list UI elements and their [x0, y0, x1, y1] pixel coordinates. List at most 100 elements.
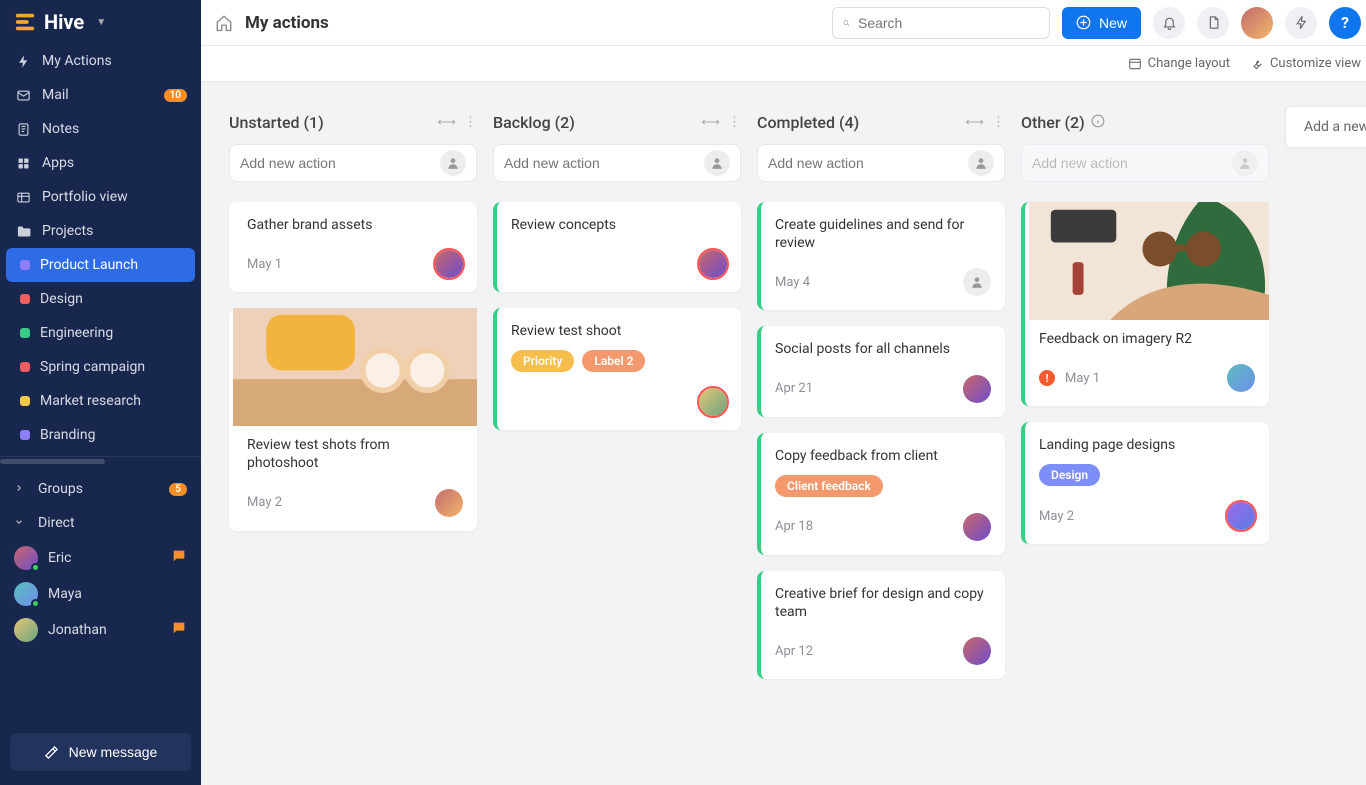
add-action-input: [1032, 155, 1222, 171]
project-item-engineering[interactable]: Engineering: [0, 316, 201, 350]
card-date: May 1: [1065, 371, 1100, 386]
assignee-avatar[interactable]: [699, 250, 727, 278]
card-tag[interactable]: Design: [1039, 464, 1100, 486]
search-input[interactable]: [858, 15, 1039, 31]
project-item-product-launch[interactable]: Product Launch: [6, 248, 195, 282]
kanban-card[interactable]: Creative brief for design and copy teamA…: [757, 571, 1005, 679]
board-toolbar: Change layout Customize view: [201, 46, 1366, 82]
nav-item-mail[interactable]: Mail10: [0, 78, 201, 112]
user-avatar[interactable]: [1241, 7, 1273, 39]
nav-item-my-actions[interactable]: My Actions: [0, 44, 201, 78]
info-icon[interactable]: [1091, 113, 1105, 132]
dm-item-eric[interactable]: Eric: [0, 540, 201, 576]
kanban-card[interactable]: Review test shootPriorityLabel 2: [493, 308, 741, 430]
kanban-card[interactable]: Create guidelines and send for reviewMay…: [757, 202, 1005, 310]
add-action-row[interactable]: [229, 144, 477, 182]
resize-handle-icon[interactable]: ⟷: [965, 115, 984, 130]
kanban-card[interactable]: Social posts for all channelsApr 21: [757, 326, 1005, 416]
kanban-card[interactable]: Review concepts: [493, 202, 741, 292]
assignee-avatar[interactable]: [1227, 364, 1255, 392]
card-tag[interactable]: Label 2: [582, 350, 645, 372]
nav-item-projects[interactable]: Projects: [0, 214, 201, 248]
add-action-row[interactable]: [757, 144, 1005, 182]
documents-button[interactable]: [1197, 7, 1229, 39]
add-action-input[interactable]: [768, 155, 958, 171]
column: Other (2)Feedback on imagery R2!May 1Lan…: [1021, 106, 1269, 560]
assignee-avatar[interactable]: [699, 388, 727, 416]
add-action-input[interactable]: [504, 155, 694, 171]
more-options-icon[interactable]: ⋮: [728, 115, 741, 130]
help-button[interactable]: ?: [1329, 7, 1361, 39]
groups-badge: 5: [169, 483, 187, 496]
assign-person-button[interactable]: [968, 150, 994, 176]
home-icon[interactable]: [215, 14, 233, 32]
status-online-dot: [31, 563, 40, 572]
card-footer: [511, 250, 727, 278]
card-tag[interactable]: Priority: [511, 350, 574, 372]
sidebar-direct[interactable]: Direct: [0, 506, 201, 540]
sidebar-groups[interactable]: Groups 5: [0, 472, 201, 506]
nav-label: Projects: [42, 223, 93, 239]
card-tag[interactable]: Client feedback: [775, 475, 883, 497]
new-message-button[interactable]: New message: [10, 733, 191, 771]
more-options-icon[interactable]: ⋮: [992, 115, 1005, 130]
more-options-icon[interactable]: ⋮: [464, 115, 477, 130]
kanban-card[interactable]: Review test shots from photoshootMay 2: [229, 308, 477, 530]
card-date: Apr 21: [775, 381, 813, 396]
project-item-market-research[interactable]: Market research: [0, 384, 201, 418]
project-item-design[interactable]: Design: [0, 282, 201, 316]
project-item-branding[interactable]: Branding: [0, 418, 201, 452]
card-image: [233, 308, 477, 426]
project-item-spring-campaign[interactable]: Spring campaign: [0, 350, 201, 384]
card-footer: [511, 388, 727, 416]
notifications-button[interactable]: [1153, 7, 1185, 39]
card-date: May 1: [247, 257, 282, 272]
add-action-input[interactable]: [240, 155, 430, 171]
resize-handle-icon[interactable]: ⟷: [701, 115, 720, 130]
project-color-dot: [20, 430, 30, 440]
column: Unstarted (1)⟷⋮Gather brand assetsMay 1R…: [229, 106, 477, 547]
brand-dropdown-caret[interactable]: ▼: [96, 17, 106, 28]
change-layout-button[interactable]: Change layout: [1128, 56, 1230, 71]
nav-item-portfolio-view[interactable]: Portfolio view: [0, 180, 201, 214]
card-date: Apr 12: [775, 644, 813, 659]
unassigned-avatar[interactable]: [963, 268, 991, 296]
assignee-avatar[interactable]: [435, 489, 463, 517]
assign-person-button[interactable]: [440, 150, 466, 176]
new-button[interactable]: New: [1062, 7, 1141, 39]
assignee-avatar[interactable]: [1227, 502, 1255, 530]
brand[interactable]: Hive ▼: [0, 0, 201, 44]
assignee-avatar[interactable]: [435, 250, 463, 278]
column: Backlog (2)⟷⋮Review conceptsReview test …: [493, 106, 741, 446]
alert-icon: !: [1039, 370, 1055, 386]
card-date: Apr 18: [775, 519, 813, 534]
add-action-row[interactable]: [493, 144, 741, 182]
resize-handle-icon[interactable]: ⟷: [437, 115, 456, 130]
kanban-card[interactable]: Gather brand assetsMay 1: [229, 202, 477, 292]
kanban-board: Unstarted (1)⟷⋮Gather brand assetsMay 1R…: [201, 82, 1366, 785]
assignee-avatar[interactable]: [963, 513, 991, 541]
wrench-icon: [1250, 57, 1264, 71]
assignee-avatar[interactable]: [963, 637, 991, 665]
dm-name: Maya: [48, 586, 82, 602]
nav-item-notes[interactable]: Notes: [0, 112, 201, 146]
assign-person-button[interactable]: [704, 150, 730, 176]
search-icon: [843, 16, 850, 30]
activity-button[interactable]: [1285, 7, 1317, 39]
column-header: Unstarted (1)⟷⋮: [229, 106, 477, 138]
project-label: Market research: [40, 393, 141, 409]
bell-icon: [1162, 15, 1177, 30]
search-box[interactable]: [832, 7, 1050, 39]
add-column-button[interactable]: Add a new: [1285, 106, 1366, 148]
nav-item-apps[interactable]: Apps: [0, 146, 201, 180]
kanban-card[interactable]: Landing page designsDesignMay 2: [1021, 422, 1269, 544]
kanban-card[interactable]: Feedback on imagery R2!May 1: [1021, 202, 1269, 406]
direct-label: Direct: [38, 515, 75, 531]
project-color-dot: [20, 328, 30, 338]
customize-view-button[interactable]: Customize view: [1250, 56, 1361, 71]
dm-item-maya[interactable]: Maya: [0, 576, 201, 612]
assignee-avatar[interactable]: [963, 375, 991, 403]
dm-item-jonathan[interactable]: Jonathan: [0, 612, 201, 648]
kanban-card[interactable]: Copy feedback from clientClient feedback…: [757, 433, 1005, 555]
sidebar: Hive ▼ My ActionsMail10NotesAppsPortfoli…: [0, 0, 201, 785]
